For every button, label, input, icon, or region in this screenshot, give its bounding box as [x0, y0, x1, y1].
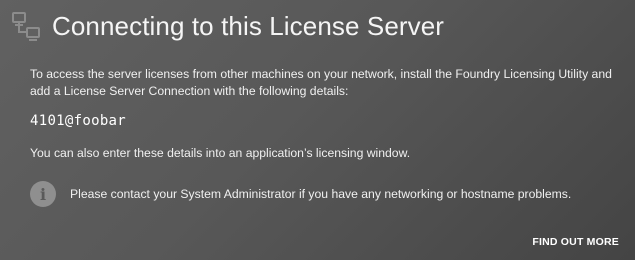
network-computers-icon — [12, 12, 40, 41]
server-address: 4101@foobar — [30, 113, 127, 129]
info-text: Please contact your System Administrator… — [70, 187, 572, 201]
info-icon: i — [30, 181, 56, 207]
dialog-title: Connecting to this License Server — [52, 10, 445, 41]
info-row: i Please contact your System Administrat… — [30, 181, 571, 207]
also-text: You can also enter these details into an… — [30, 146, 411, 160]
find-out-more-button[interactable]: FIND OUT MORE — [532, 236, 619, 248]
intro-text: To access the server licenses from other… — [30, 67, 612, 98]
dialog-header: Connecting to this License Server — [10, 8, 444, 44]
